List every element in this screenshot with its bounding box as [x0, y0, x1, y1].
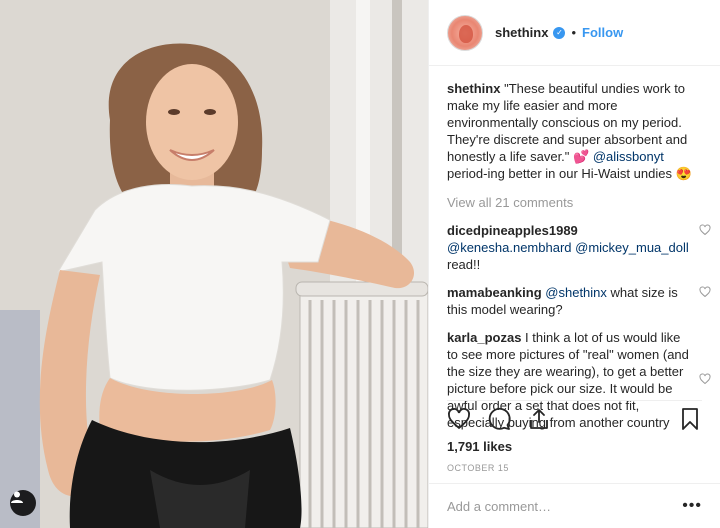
post-panel: shethinx ✓ • Follow shethinx "These beau… [428, 0, 720, 528]
avatar[interactable] [447, 14, 483, 51]
caption-text-2: period-ing better in our Hi-Waist undies… [447, 166, 692, 181]
share-icon[interactable] [527, 407, 551, 431]
comment-username[interactable]: mamabeanking [447, 285, 542, 300]
post-header: shethinx ✓ • Follow [429, 0, 720, 66]
heart-icon[interactable] [447, 407, 471, 431]
add-comment-input[interactable] [447, 498, 677, 514]
action-bar [447, 400, 702, 432]
comment-username[interactable]: dicedpineapples1989 [447, 223, 578, 238]
comment-icon[interactable] [487, 407, 511, 431]
view-all-comments-link[interactable]: View all 21 comments [447, 194, 702, 211]
comment-text: read!! [447, 257, 481, 272]
tag-people-button[interactable] [10, 490, 36, 516]
photo-illustration [0, 0, 428, 528]
post-photo[interactable] [0, 0, 428, 528]
comment-username[interactable]: karla_pozas [447, 330, 521, 345]
like-comment-heart-icon[interactable] [699, 373, 711, 385]
likes-count[interactable]: 1,791 likes [447, 439, 512, 454]
person-tag-icon [11, 491, 23, 503]
post-date: OCTOBER 15 [447, 463, 509, 473]
like-comment-heart-icon[interactable] [699, 286, 711, 298]
header-username[interactable]: shethinx [495, 25, 548, 40]
comment-mention[interactable]: @mickey_mua_doll [575, 240, 689, 255]
caption-username[interactable]: shethinx [447, 81, 500, 96]
follow-button[interactable]: Follow [582, 25, 623, 40]
verified-badge-icon: ✓ [553, 26, 566, 39]
add-comment-bar: ••• [429, 483, 720, 528]
more-options-icon[interactable]: ••• [682, 497, 702, 515]
comment-item: mamabeanking @shethinx what size is this… [447, 284, 711, 318]
bookmark-icon[interactable] [678, 407, 702, 431]
comment-mention[interactable]: @shethinx [545, 285, 607, 300]
comment-mention[interactable]: @kenesha.nembhard [447, 240, 572, 255]
header-separator: • [571, 25, 577, 40]
like-comment-heart-icon[interactable] [699, 224, 711, 236]
caption-mention[interactable]: @alissbonyt [593, 149, 664, 164]
comment-item: dicedpineapples1989 @kenesha.nembhard @m… [447, 222, 711, 273]
comments-area: shethinx "These beautiful undies work to… [429, 66, 720, 431]
caption: shethinx "These beautiful undies work to… [447, 80, 703, 182]
